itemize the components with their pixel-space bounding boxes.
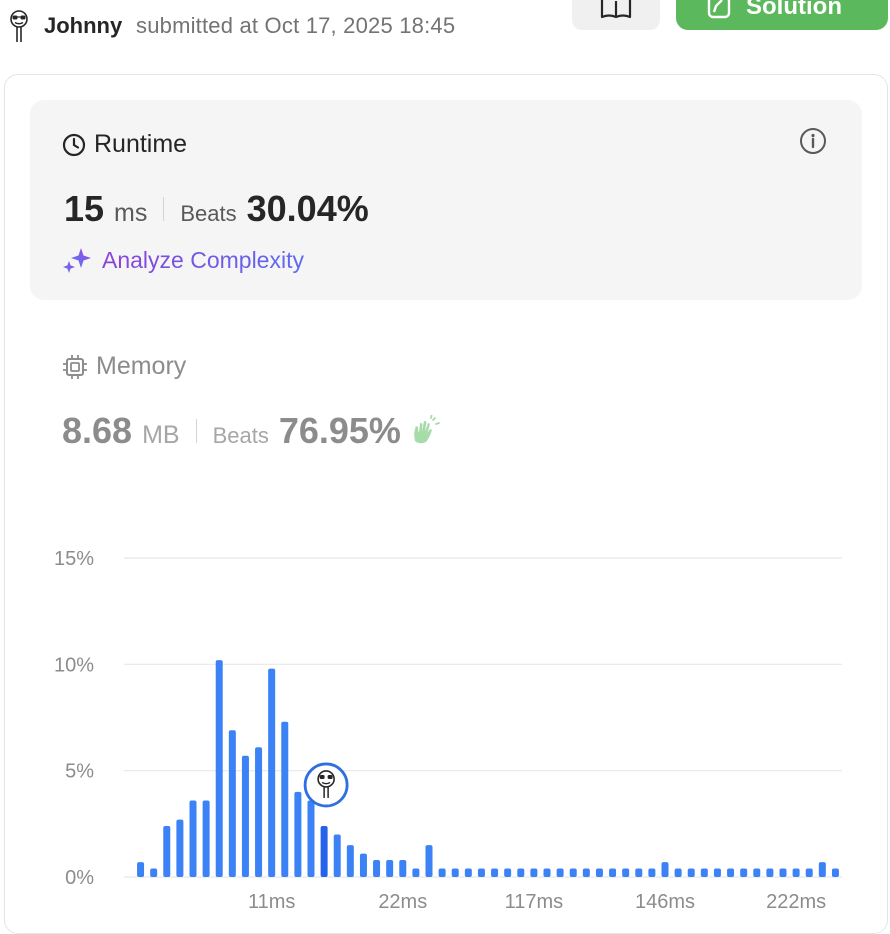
memory-stats: 8.68 MB Beats 76.95% bbox=[62, 410, 441, 452]
chart-bar[interactable] bbox=[491, 868, 499, 877]
chart-bar[interactable] bbox=[622, 868, 630, 877]
runtime-stats: 15 ms Beats 30.04% bbox=[64, 188, 369, 230]
chart-bar[interactable] bbox=[648, 868, 656, 877]
x-tick-label: 11ms bbox=[248, 891, 295, 913]
submitted-timestamp: submitted at Oct 17, 2025 18:45 bbox=[136, 13, 456, 38]
chart-bar[interactable] bbox=[766, 868, 774, 877]
chart-bar[interactable] bbox=[569, 868, 577, 877]
memory-value: 8.68 bbox=[62, 410, 133, 451]
chart-bar[interactable] bbox=[281, 721, 289, 877]
y-tick-label: 0% bbox=[65, 867, 94, 889]
chart-bar[interactable] bbox=[582, 868, 590, 877]
chart-bar[interactable] bbox=[399, 859, 407, 877]
chart-bar[interactable] bbox=[215, 660, 223, 877]
clock-icon bbox=[62, 133, 86, 156]
runtime-unit: ms bbox=[114, 199, 148, 227]
chart-bar[interactable] bbox=[753, 868, 761, 877]
chart-bar[interactable] bbox=[320, 825, 328, 877]
analyze-complexity-link[interactable]: Analyze Complexity bbox=[62, 246, 304, 274]
chart-bar[interactable] bbox=[661, 862, 669, 877]
sparkle-icon bbox=[63, 248, 91, 273]
chart-bar[interactable] bbox=[792, 868, 800, 877]
chart-bar[interactable] bbox=[346, 845, 354, 877]
chart-bar[interactable] bbox=[189, 800, 197, 877]
chart-bar[interactable] bbox=[202, 800, 210, 877]
chart-bar[interactable] bbox=[333, 834, 341, 877]
chart-bar[interactable] bbox=[740, 868, 748, 877]
editorial-button[interactable] bbox=[572, 0, 660, 30]
runtime-card[interactable]: Runtime 15 ms Beats 30.04% Analyze Compl… bbox=[30, 100, 862, 300]
chart-bar[interactable] bbox=[176, 819, 184, 877]
memory-beats-label: Beats bbox=[212, 423, 269, 448]
info-icon[interactable] bbox=[798, 126, 828, 156]
x-tick-label: 22ms bbox=[378, 891, 427, 913]
runtime-title: Runtime bbox=[62, 130, 187, 159]
chart-bar[interactable] bbox=[779, 868, 787, 877]
chart-bar[interactable] bbox=[163, 825, 171, 877]
chart-bar[interactable] bbox=[504, 868, 512, 877]
cpu-chip-icon bbox=[63, 354, 87, 379]
chart-bar[interactable] bbox=[268, 668, 276, 877]
y-tick-label: 10% bbox=[54, 654, 94, 676]
divider bbox=[195, 419, 197, 443]
solution-label: Solution bbox=[746, 0, 842, 20]
chart-bar[interactable] bbox=[595, 868, 603, 877]
chart-bar[interactable] bbox=[150, 868, 158, 877]
chart-bar[interactable] bbox=[373, 859, 381, 877]
chart-bar[interactable] bbox=[241, 755, 249, 877]
chart-bar[interactable] bbox=[700, 868, 708, 877]
author-name[interactable]: Johnny bbox=[44, 13, 122, 39]
current-submission-marker[interactable] bbox=[303, 762, 349, 808]
book-icon bbox=[600, 0, 632, 19]
y-tick-label: 15% bbox=[54, 548, 94, 570]
user-avatar-icon[interactable] bbox=[7, 10, 31, 44]
chart-bar[interactable] bbox=[517, 868, 525, 877]
chart-bar[interactable] bbox=[687, 868, 695, 877]
chart-bar[interactable] bbox=[307, 800, 315, 877]
chart-bar[interactable] bbox=[713, 868, 721, 877]
chart-bar[interactable] bbox=[412, 868, 420, 877]
runtime-beats-value: 30.04% bbox=[246, 188, 369, 229]
chart-bar[interactable] bbox=[805, 868, 813, 877]
memory-beats-value: 76.95% bbox=[278, 410, 401, 451]
chart-bar[interactable] bbox=[530, 868, 538, 877]
chart-bar[interactable] bbox=[359, 853, 367, 877]
chart-bar[interactable] bbox=[294, 791, 302, 877]
chart-bar[interactable] bbox=[255, 747, 263, 877]
runtime-title-label: Runtime bbox=[94, 130, 188, 158]
solution-button[interactable]: Solution bbox=[676, 0, 888, 30]
divider bbox=[163, 197, 165, 221]
chart-bar[interactable] bbox=[831, 868, 839, 877]
runtime-beats-label: Beats bbox=[180, 201, 237, 226]
chart-bar[interactable] bbox=[425, 845, 433, 877]
chart-bar[interactable] bbox=[556, 868, 564, 877]
memory-unit: MB bbox=[142, 421, 180, 449]
y-tick-label: 5% bbox=[65, 761, 94, 783]
memory-title-label: Memory bbox=[96, 352, 187, 380]
chart-bar[interactable] bbox=[727, 868, 735, 877]
chart-bar[interactable] bbox=[477, 868, 485, 877]
chart-bar[interactable] bbox=[386, 859, 394, 877]
runtime-distribution-chart[interactable]: 0% 5% 10% 15% 11ms 22ms 117ms 146ms 222ms bbox=[0, 520, 890, 918]
chart-bar[interactable] bbox=[438, 868, 446, 877]
x-tick-label: 222ms bbox=[766, 891, 826, 913]
chart-bar[interactable] bbox=[818, 862, 826, 877]
chart-bar[interactable] bbox=[609, 868, 617, 877]
chart-bar[interactable] bbox=[228, 730, 236, 877]
x-tick-label: 117ms bbox=[505, 891, 564, 913]
runtime-value: 15 bbox=[64, 188, 105, 229]
x-tick-label: 146ms bbox=[635, 891, 695, 913]
memory-title[interactable]: Memory bbox=[62, 352, 186, 381]
chart-bar[interactable] bbox=[137, 862, 145, 877]
chart-bar[interactable] bbox=[451, 868, 459, 877]
chart-bar[interactable] bbox=[543, 868, 551, 877]
chart-bar[interactable] bbox=[635, 868, 643, 877]
clapping-hands-icon bbox=[414, 415, 440, 444]
chart-bar[interactable] bbox=[674, 868, 682, 877]
chart-bar[interactable] bbox=[464, 868, 472, 877]
submission-header: Johnny submitted at Oct 17, 2025 18:45 S… bbox=[0, 0, 890, 60]
edit-icon bbox=[707, 0, 731, 19]
analyze-complexity-label: Analyze Complexity bbox=[102, 246, 304, 273]
